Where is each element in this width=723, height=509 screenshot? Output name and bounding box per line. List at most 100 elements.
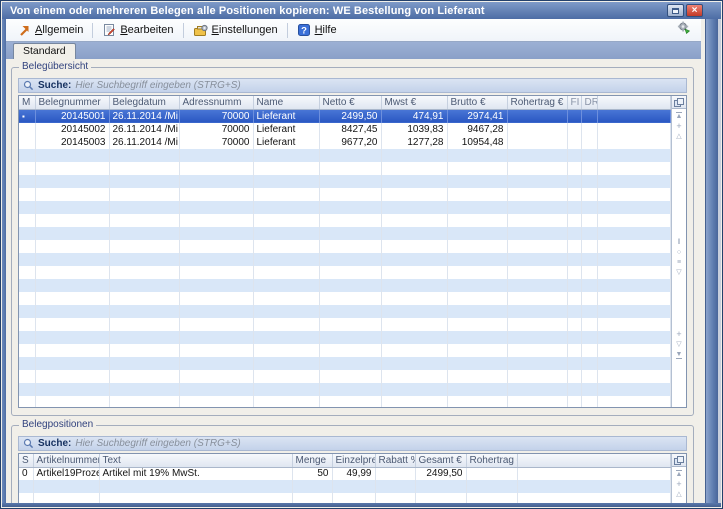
scroll-top-icon[interactable]: ▲ (676, 470, 683, 478)
column-header-rohertrag[interactable]: Rohertrag € (466, 454, 517, 467)
table-row[interactable]: 0Artikel19ProzentArtikel mit 19% MwSt.50… (19, 467, 671, 480)
column-header-spacer[interactable] (517, 454, 671, 467)
cell-rohertrag[interactable] (466, 467, 517, 480)
cell-text[interactable]: Artikel mit 19% MwSt. (99, 467, 292, 480)
empty-row[interactable] (19, 162, 671, 175)
cell-brutto[interactable]: 9467,28 (447, 123, 507, 136)
column-header-mwst[interactable]: Mwst € (381, 96, 447, 109)
column-header-artikelnummer[interactable]: Artikelnummer (33, 454, 99, 467)
cell-name[interactable]: Lieferant (253, 109, 319, 123)
scroll-top-icon[interactable]: ▲ (676, 112, 683, 120)
empty-row[interactable] (19, 480, 671, 493)
empty-row[interactable] (19, 344, 671, 357)
column-header-belegnummer[interactable]: Belegnummer (35, 96, 109, 109)
cell-mwst[interactable]: 1039,83 (381, 123, 447, 136)
cell-belegnummer[interactable]: 20145001 (35, 109, 109, 123)
empty-row[interactable] (19, 253, 671, 266)
cell-m[interactable] (19, 123, 35, 136)
cell-einzelpreis[interactable]: 49,99 (332, 467, 375, 480)
empty-row[interactable] (19, 214, 671, 227)
empty-row[interactable] (19, 240, 671, 253)
menu-bearbeiten[interactable]: Bearbeiten (95, 21, 180, 39)
empty-row[interactable] (19, 331, 671, 344)
column-header-rohertrag[interactable]: Rohertrag € (507, 96, 567, 109)
column-header-netto[interactable]: Netto € (319, 96, 381, 109)
column-header-fi[interactable]: FI (567, 96, 581, 109)
empty-row[interactable] (19, 396, 671, 408)
cell-fi[interactable] (567, 123, 581, 136)
cell-artikelnummer[interactable]: Artikel19Prozent (33, 467, 99, 480)
cell-mwst[interactable]: 474,91 (381, 109, 447, 123)
cell-adressnummer[interactable]: 70000 (179, 109, 253, 123)
empty-row[interactable] (19, 383, 671, 396)
prev-row-icon[interactable]: △ (676, 133, 681, 140)
cell-netto[interactable]: 2499,50 (319, 109, 381, 123)
prev-row-icon[interactable]: △ (676, 491, 681, 498)
cell-belegdatum[interactable]: 26.11.2014 /Mi (109, 123, 179, 136)
cell-spacer[interactable] (517, 467, 671, 480)
restore-button[interactable] (667, 4, 684, 17)
table-row[interactable]: 2014500226.11.2014 /Mi70000Lieferant8427… (19, 123, 671, 136)
cell-m[interactable]: ▪ (19, 109, 35, 123)
cell-dr[interactable] (581, 136, 597, 149)
search-bar-positionen[interactable]: Suche: Hier Suchbegriff eingeben (STRG+S… (18, 436, 687, 451)
cell-rohertrag[interactable] (507, 136, 567, 149)
cell-menge[interactable]: 50 (292, 467, 332, 480)
cell-m[interactable] (19, 136, 35, 149)
cell-rohertrag[interactable] (507, 109, 567, 123)
empty-row[interactable] (19, 266, 671, 279)
empty-row[interactable] (19, 279, 671, 292)
cell-belegnummer[interactable]: 20145003 (35, 136, 109, 149)
empty-row[interactable] (19, 357, 671, 370)
column-header-name[interactable]: Name (253, 96, 319, 109)
column-header-brutto[interactable]: Brutto € (447, 96, 507, 109)
next-row-icon[interactable]: ▽ (676, 341, 681, 348)
menu-einstellungen[interactable]: Einstellungen (186, 21, 285, 39)
cell-adressnummer[interactable]: 70000 (179, 123, 253, 136)
cell-dr[interactable] (581, 109, 597, 123)
cell-brutto[interactable]: 2974,41 (447, 109, 507, 123)
empty-row[interactable] (19, 318, 671, 331)
column-header-s[interactable]: S (19, 454, 33, 467)
cell-rabatt[interactable] (375, 467, 415, 480)
refresh-gear-button[interactable] (676, 20, 691, 40)
window-titlebar[interactable]: Von einem oder mehreren Belegen alle Pos… (2, 2, 721, 19)
add-row-icon[interactable]: + (676, 481, 681, 488)
vertical-scrollbar[interactable] (705, 19, 718, 504)
column-header-adressnummer[interactable]: Adressnumm (179, 96, 253, 109)
column-chooser-button[interactable] (672, 96, 686, 109)
column-header-einzelpreis[interactable]: Einzelpreis € (332, 454, 375, 467)
empty-row[interactable] (19, 370, 671, 383)
search-bar-belege[interactable]: Suche: Hier Suchbegriff eingeben (STRG+S… (18, 78, 687, 93)
cell-belegnummer[interactable]: 20145002 (35, 123, 109, 136)
empty-row[interactable] (19, 305, 671, 318)
empty-row[interactable] (19, 175, 671, 188)
cell-netto[interactable]: 8427,45 (319, 123, 381, 136)
cell-belegdatum[interactable]: 26.11.2014 /Mi (109, 136, 179, 149)
zoom-icon[interactable]: ○ (677, 249, 681, 256)
menu-allgemein[interactable]: Allgemein (10, 21, 90, 39)
empty-row[interactable] (19, 149, 671, 162)
cell-mwst[interactable]: 1277,28 (381, 136, 447, 149)
column-header-spacer[interactable] (597, 96, 671, 109)
empty-row[interactable] (19, 188, 671, 201)
cell-spacer[interactable] (597, 136, 671, 149)
cell-rohertrag[interactable] (507, 123, 567, 136)
empty-row[interactable] (19, 292, 671, 305)
cell-brutto[interactable]: 10954,48 (447, 136, 507, 149)
cell-fi[interactable] (567, 109, 581, 123)
add-row-icon[interactable]: + (676, 331, 681, 338)
menu-hilfe[interactable]: ? Hilfe (290, 21, 344, 39)
filter-icon[interactable]: ▽ (676, 269, 681, 276)
column-header-text[interactable]: Text (99, 454, 292, 467)
cell-s[interactable]: 0 (19, 467, 33, 480)
cell-spacer[interactable] (597, 123, 671, 136)
column-header-belegdatum[interactable]: Belegdatum (109, 96, 179, 109)
add-row-icon[interactable]: + (676, 123, 681, 130)
empty-row[interactable] (19, 201, 671, 214)
column-header-gesamt[interactable]: Gesamt € (415, 454, 466, 467)
tab-standard[interactable]: Standard (13, 43, 76, 59)
cell-adressnummer[interactable]: 70000 (179, 136, 253, 149)
cell-spacer[interactable] (597, 109, 671, 123)
column-header-menge[interactable]: Menge (292, 454, 332, 467)
